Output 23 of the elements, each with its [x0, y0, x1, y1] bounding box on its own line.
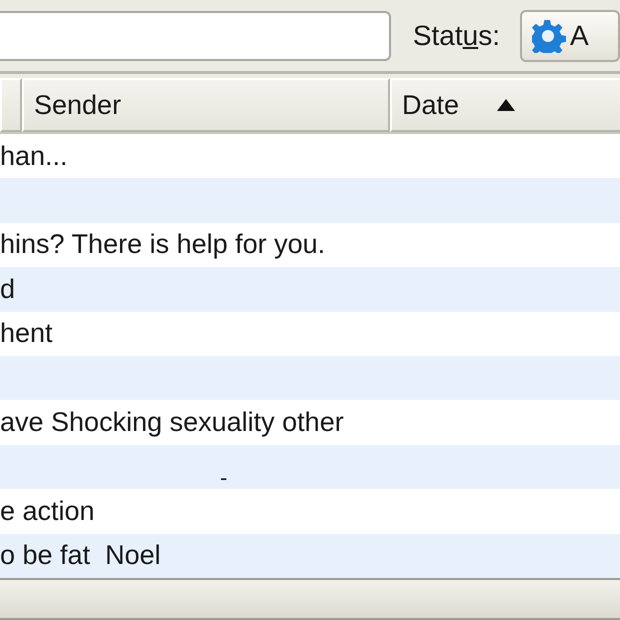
subject-text: hins? There is help for you. [0, 229, 326, 260]
column-header[interactable]: Sender [22, 78, 390, 132]
subject-text: d [0, 274, 16, 305]
subject-text: han... [0, 140, 68, 172]
message-row[interactable]: - [0, 444, 620, 490]
message-row[interactable]: hins? There is help for you. [0, 222, 620, 268]
status-label: Status: [412, 20, 500, 52]
subject-text: hent [0, 318, 53, 350]
message-row[interactable]: ave Shocking sexuality other [0, 400, 620, 445]
subject-text: o be fat Noel [0, 540, 161, 572]
column-header[interactable] [0, 78, 22, 132]
column-header[interactable]: Date [390, 78, 620, 132]
status-button[interactable]: A [520, 10, 620, 62]
sender-text: - [220, 467, 228, 490]
search-field[interactable] [0, 10, 391, 60]
message-row[interactable]: e action [0, 489, 620, 534]
subject-text: e action [0, 496, 95, 527]
message-row[interactable]: d [0, 267, 620, 312]
message-row[interactable]: han... [0, 134, 620, 178]
message-row[interactable]: hent [0, 312, 620, 356]
gear-icon [532, 18, 566, 52]
subject-text: ave Shocking sexuality other [0, 407, 344, 438]
message-row[interactable]: o be fat Noel [0, 534, 620, 578]
